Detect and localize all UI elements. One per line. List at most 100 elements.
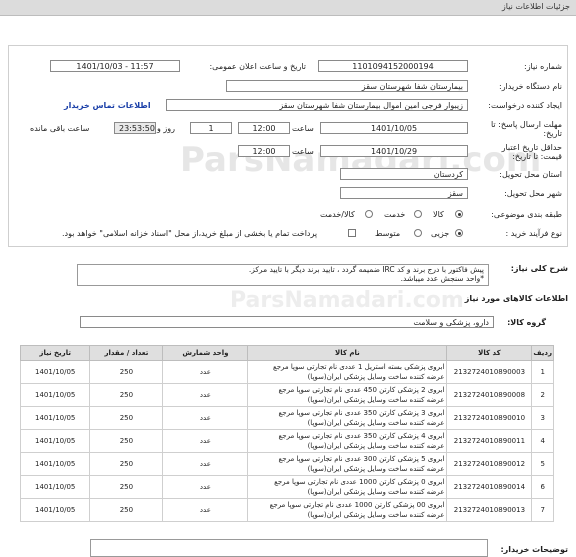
- cell-unit: عدد: [162, 452, 249, 476]
- cell-date: 1401/10/05: [19, 383, 91, 407]
- cell-date: 1401/10/05: [19, 452, 91, 476]
- category-label: طبقه بندی موضوعی:: [491, 210, 562, 219]
- buyer-org-label: نام دستگاه خریدار:: [499, 82, 562, 91]
- cell-code: 2132724010890003: [446, 360, 533, 384]
- deadline-label: مهلت ارسال پاسخ: تا تاریخ:: [490, 120, 562, 138]
- buyer-notes-box: [90, 539, 488, 557]
- deadline-date-field: 1401/10/05: [320, 122, 468, 134]
- deadline-time-field: 12:00: [238, 122, 290, 134]
- validity-date-field: 1401/10/29: [320, 145, 468, 157]
- validity-time-label: ساعت: [292, 147, 314, 156]
- city-field: سقز: [340, 187, 468, 199]
- cell-unit: عدد: [162, 406, 249, 430]
- announce-label: تاریخ و ساعت اعلان عمومی:: [209, 62, 306, 71]
- city-label: شهر محل تحویل:: [504, 189, 562, 198]
- cell-qty: 250: [89, 383, 164, 407]
- cell-qty: 250: [89, 452, 164, 476]
- cell-name-line-1: ابروی 5 پزشکی کارتن 300 عددی نام تجارتی …: [278, 455, 445, 463]
- validity-label: حداقل تاریخ اعتبار قیمت: تا تاریخ:: [501, 143, 562, 161]
- header-date: تاریخ نیاز: [19, 345, 91, 361]
- goods-table-header: ردیف کد کالا نام کالا واحد شمارش تعداد /…: [19, 345, 554, 361]
- table-row: 7 2132724010890013 ابروی 00 پزشکی کارتن 10…: [19, 498, 554, 522]
- category-goods-service-radio[interactable]: [365, 210, 373, 218]
- buyer-org-field: بیمارستان شفا شهرستان سقز: [226, 80, 468, 92]
- cell-name-line-2: عرضه کننده ساخت وسایل پزشکی ایران(سوپا): [307, 488, 445, 496]
- cell-name-line-2: عرضه کننده ساخت وسایل پزشکی ایران(سوپا): [307, 511, 445, 519]
- cell-qty: 250: [89, 475, 164, 499]
- cell-row: 6: [531, 475, 554, 499]
- validity-time-field: 12:00: [238, 145, 290, 157]
- cell-name-line-1: ابروی 00 پزشکی کارتن 1000 عددی نام تجارت…: [269, 501, 445, 509]
- cell-date: 1401/10/05: [19, 498, 91, 522]
- remaining-time-field: 23:53:50: [114, 122, 156, 134]
- province-field: کردستان: [340, 168, 468, 180]
- cell-name: ابروی 0 پزشکی کارتن 1000 عددی نام تجارتی…: [247, 475, 448, 499]
- header-unit: واحد شمارش: [162, 345, 249, 361]
- cell-date: 1401/10/05: [19, 475, 91, 499]
- watermark-logo-2: ParsNamadari.com: [230, 288, 464, 313]
- cell-unit: عدد: [162, 383, 249, 407]
- buyer-notes-label: توضیحات خریدار:: [500, 545, 568, 554]
- deadline-time-label: ساعت: [292, 124, 314, 133]
- days-remaining-field: 1: [190, 122, 232, 134]
- cell-qty: 250: [89, 360, 164, 384]
- cell-name: ابروی 3 پزشکی کارتن 350 عددی نام تجارتی …: [247, 406, 448, 430]
- contact-buyer-link[interactable]: اطلاعات تماس خریدار: [64, 101, 151, 110]
- process-label: نوع فرآیند خرید :: [505, 229, 562, 238]
- description-box: پیش فاکتور با درج برند و کد IRC ضمیمه گر…: [77, 264, 489, 286]
- category-goods-radio[interactable]: [455, 210, 463, 218]
- cell-qty: 250: [89, 429, 164, 453]
- cell-name-line-2: عرضه کننده ساخت وسایل پزشکی ایران(سوپا): [307, 442, 445, 450]
- table-row: 2 2132724010890008 ابروی 2 پزشکی کارتن 450…: [19, 383, 554, 407]
- goods-group-label: گروه کالا:: [507, 318, 546, 327]
- description-line-2: *واحد سنجش عدد میباشد.: [400, 274, 484, 283]
- cell-name-line-2: عرضه کننده ساخت وسایل پزشکی ایران(سوپا): [307, 419, 445, 427]
- cell-row: 2: [531, 383, 554, 407]
- table-row: 5 2132724010890012 ابروی 5 پزشکی کارتن 300…: [19, 452, 554, 476]
- category-service-label: خدمت: [384, 210, 406, 219]
- cell-row: 1: [531, 360, 554, 384]
- goods-group-field: دارو، پزشکی و سلامت: [80, 316, 494, 328]
- table-row: 4 2132724010890011 ابروی 4 پزشکی کارتن 350…: [19, 429, 554, 453]
- cell-unit: عدد: [162, 360, 249, 384]
- cell-code: 2132724010890014: [446, 475, 533, 499]
- province-label: استان محل تحویل:: [499, 170, 562, 179]
- header-row: ردیف: [531, 345, 554, 361]
- cell-qty: 250: [89, 406, 164, 430]
- cell-row: 3: [531, 406, 554, 430]
- goods-table: ردیف کد کالا نام کالا واحد شمارش تعداد /…: [19, 345, 554, 522]
- process-small-label: جزیی: [431, 229, 450, 238]
- creator-label: ایجاد کننده درخواست:: [488, 101, 562, 110]
- announce-field: 1401/10/03 - 11:57: [50, 60, 180, 72]
- cell-name: ابروی 00 پزشکی کارتن 1000 عددی نام تجارت…: [247, 498, 448, 522]
- cell-name-line-2: عرضه کننده ساخت وسایل پزشکی ایران(سوپا): [307, 465, 445, 473]
- cell-name-line-2: عرضه کننده ساخت وسایل پزشکی ایران(سوپا): [307, 373, 445, 381]
- description-label: شرح کلی نیاز:: [510, 264, 568, 273]
- page-title: جزئیات اطلاعات نیاز: [501, 2, 570, 11]
- need-number-label: شماره نیاز:: [524, 62, 562, 71]
- cell-row: 7: [531, 498, 554, 522]
- process-small-radio[interactable]: [455, 229, 463, 237]
- cell-unit: عدد: [162, 475, 249, 499]
- category-service-radio[interactable]: [414, 210, 422, 218]
- cell-unit: عدد: [162, 498, 249, 522]
- cell-row: 5: [531, 452, 554, 476]
- cell-name: ابروی پزشکی بسته استریل 1 عددی نام تجارت…: [247, 360, 448, 384]
- cell-name: ابروی 2 پزشکی کارتن 450 عددی نام تجارتی …: [247, 383, 448, 407]
- cell-name-line-2: عرضه کننده ساخت وسایل پزشکی ایران(سوپا): [307, 396, 445, 404]
- process-medium-radio[interactable]: [414, 229, 422, 237]
- cell-name: ابروی 4 پزشکی کارتن 350 عددی نام تجارتی …: [247, 429, 448, 453]
- cell-name-line-1: ابروی 0 پزشکی کارتن 1000 عددی نام تجارتی…: [274, 478, 445, 486]
- days-label: روز و: [157, 124, 175, 133]
- cell-date: 1401/10/05: [19, 360, 91, 384]
- table-row: 1 2132724010890003 ابروی پزشکی بسته استریل…: [19, 360, 554, 384]
- cell-name-line-1: ابروی 2 پزشکی کارتن 450 عددی نام تجارتی …: [278, 386, 445, 394]
- cell-row: 4: [531, 429, 554, 453]
- payment-treasury-checkbox[interactable]: [348, 229, 356, 237]
- cell-code: 2132724010890012: [446, 452, 533, 476]
- process-medium-label: متوسط: [375, 229, 401, 238]
- remaining-label: ساعت باقی مانده: [30, 124, 90, 133]
- table-row: 3 2132724010890010 ابروی 3 پزشکی کارتن 350…: [19, 406, 554, 430]
- header-name: نام کالا: [247, 345, 448, 361]
- cell-code: 2132724010890011: [446, 429, 533, 453]
